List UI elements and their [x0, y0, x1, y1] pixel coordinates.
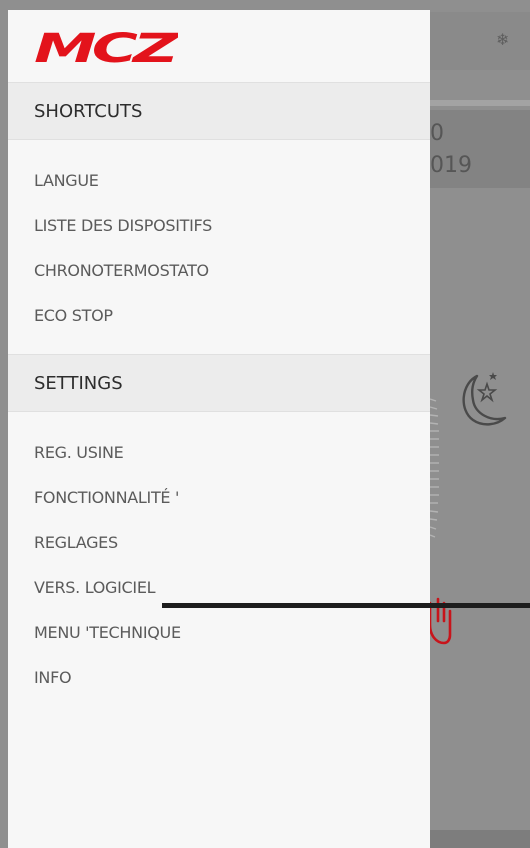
- menu-item-label: LISTE DES DISPOSITIFS: [34, 216, 213, 235]
- menu-item-label: ECO STOP: [34, 306, 113, 325]
- menu-item-label: MENU 'TECHNIQUE: [34, 623, 181, 642]
- screen: ❄ 0 019 MCZ SHORTCUTS LANGUE LISTE DES D…: [0, 0, 530, 848]
- menu-item-reg-usine[interactable]: REG. USINE: [8, 430, 430, 475]
- shortcuts-section-title: SHORTCUTS: [34, 100, 143, 122]
- menu-item-label: LANGUE: [34, 171, 99, 190]
- menu-item-label: FONCTIONNALITÉ ': [34, 488, 180, 507]
- menu-item-reglages[interactable]: REGLAGES: [8, 520, 430, 565]
- settings-section-header: SETTINGS: [8, 354, 430, 412]
- menu-item-label: REGLAGES: [34, 533, 118, 552]
- background-date-text: 0 019: [430, 121, 472, 178]
- shortcuts-section-header: SHORTCUTS: [8, 82, 430, 140]
- menu-item-label: REG. USINE: [34, 443, 124, 462]
- menu-item-liste-des-dispositifs[interactable]: LISTE DES DISPOSITIFS: [8, 203, 430, 248]
- background-bottom-bar: [430, 830, 530, 848]
- settings-section-title: SETTINGS: [34, 372, 123, 394]
- drawer-header: MCZ: [8, 10, 430, 82]
- settings-list: REG. USINE FONCTIONNALITÉ ' REGLAGES VER…: [8, 412, 430, 716]
- menu-item-label: VERS. LOGICIEL: [34, 578, 156, 597]
- snowflake-icon: ❄: [496, 30, 510, 49]
- menu-item-label: INFO: [34, 668, 72, 687]
- menu-item-fonctionnalite[interactable]: FONCTIONNALITÉ ': [8, 475, 430, 520]
- menu-item-langue[interactable]: LANGUE: [8, 158, 430, 203]
- menu-item-chronotermostato[interactable]: CHRONOTERMOSTATO: [8, 248, 430, 293]
- callout-pointer-line: [162, 603, 530, 608]
- mcz-logo: MCZ: [34, 26, 178, 68]
- background-divider: [430, 100, 530, 106]
- menu-item-label: CHRONOTERMOSTATO: [34, 261, 209, 280]
- menu-item-info[interactable]: INFO: [8, 655, 430, 700]
- menu-item-eco-stop[interactable]: ECO STOP: [8, 293, 430, 338]
- temperature-dial-ticks: [429, 398, 439, 538]
- moon-stars-icon: [462, 372, 507, 426]
- background-top-bar: [430, 12, 530, 70]
- svg-text:MCZ: MCZ: [34, 26, 178, 68]
- navigation-drawer: MCZ SHORTCUTS LANGUE LISTE DES DISPOSITI…: [8, 10, 430, 848]
- menu-item-menu-technique[interactable]: MENU 'TECHNIQUE: [8, 610, 430, 655]
- shortcuts-list: LANGUE LISTE DES DISPOSITIFS CHRONOTERMO…: [8, 140, 430, 354]
